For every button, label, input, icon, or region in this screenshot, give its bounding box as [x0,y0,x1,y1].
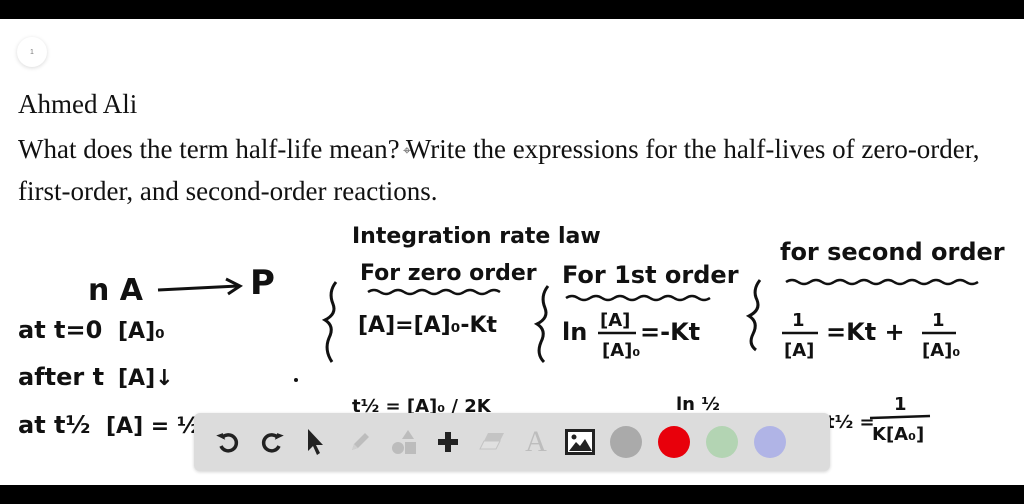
color-green-button[interactable] [698,419,746,465]
reaction-arrow [157,284,239,292]
integration-heading: Integration rate law [352,224,601,249]
image-tool-button[interactable] [558,419,602,465]
redo-button[interactable] [250,419,294,465]
second-order-half-life-bar [869,414,931,420]
text-icon: A [525,425,547,458]
color-swatch-green [706,426,738,458]
condition-label-2: at t½ [18,411,90,439]
reaction-reactant: n A [88,273,144,308]
text-tool-button[interactable]: A [514,419,558,465]
page-number-badge[interactable]: 1 [17,37,47,67]
reaction-product: P [250,263,275,303]
select-tool-button[interactable] [294,419,338,465]
plus-icon [438,432,458,452]
second-order-mid: =Kt + [826,318,905,346]
eraser-icon [479,433,504,450]
undo-icon [216,433,239,453]
first-order-num: [A] [600,310,630,331]
first-order-title: For 1st order [562,261,739,289]
color-swatch-red [658,426,690,458]
color-swatch-gray [610,426,642,458]
second-order-half-life-num: 1 [894,394,907,415]
zero-order-title: For zero order [360,261,537,286]
pointer-icon [308,429,323,455]
pen-tool-button[interactable] [338,419,382,465]
pencil-icon [352,433,369,450]
redo-icon [261,433,284,453]
zero-order-equation: [A]=[A]₀-Kt [358,313,498,338]
question-text: What does the term half-life mean? Write… [18,134,980,206]
color-red-button[interactable] [650,419,698,465]
author-name: Ahmed Ali [18,89,138,119]
stray-dot [294,378,298,382]
brace-first [533,285,550,364]
second-order-den: [A] [784,340,814,361]
zero-order-underline [367,288,501,296]
reaction-arrowhead [225,277,243,296]
second-order-half-life-den: K[A₀] [872,424,924,445]
eraser-tool-button[interactable] [470,419,514,465]
top-letterbox [0,0,1024,19]
image-icon [565,429,595,455]
shapes-tool-button[interactable] [382,419,426,465]
first-order-rhs: =-Kt [640,318,700,346]
condition-value-1: [A]↓ [118,366,174,391]
first-order-half-life: ln ½ [676,394,720,415]
drawing-toolbar: A [194,413,830,471]
page-number: 1 [30,48,34,56]
bottom-letterbox [0,485,1024,504]
second-order-half-life-lhs: t½ = [826,412,875,433]
second-order-underline [785,278,979,286]
second-order-num: 1 [792,310,805,331]
add-button[interactable] [426,419,470,465]
brace-second [745,279,762,352]
move-cursor-icon: ⌖ [403,143,411,159]
first-order-ln: ln [562,318,587,346]
undo-button[interactable] [206,419,250,465]
first-order-underline [565,294,711,302]
first-order-den: [A]₀ [602,340,640,361]
brace-zero [321,281,338,363]
second-order-num2: 1 [932,310,945,331]
color-swatch-blue [754,426,786,458]
color-blue-button[interactable] [746,419,794,465]
condition-label-0: at t=0 [18,316,102,344]
shapes-icon [392,430,416,454]
color-gray-button[interactable] [602,419,650,465]
second-order-den2: [A]₀ [922,340,960,361]
second-order-title: for second order [780,238,1005,266]
condition-value-0: [A]₀ [118,319,165,344]
condition-label-1: after t [18,363,104,391]
